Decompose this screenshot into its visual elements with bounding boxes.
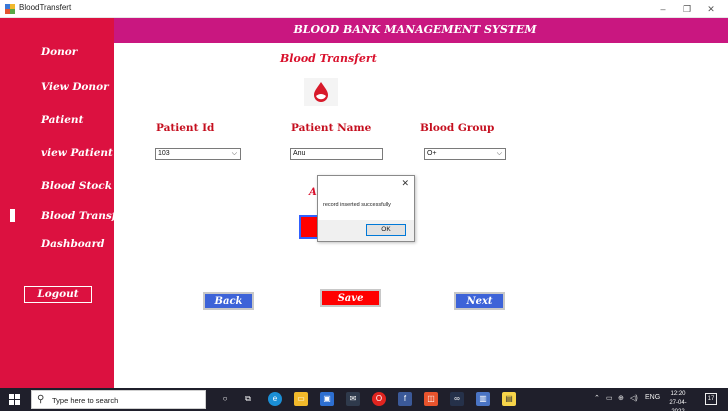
file-explorer-icon[interactable]: ▭ — [294, 392, 308, 406]
partial-label: A — [309, 187, 317, 198]
windows-start-icon[interactable] — [9, 394, 20, 405]
save-button[interactable]: Save — [320, 289, 381, 307]
mail-icon[interactable]: ✉ — [346, 392, 360, 406]
patient-name-label: Patient Name — [291, 122, 372, 134]
office-icon[interactable]: ◫ — [424, 392, 438, 406]
visual-studio-icon[interactable]: ▥ — [476, 392, 490, 406]
clock-date: 27-04-2022 — [669, 400, 687, 411]
system-clock[interactable]: 12:20 27-04-2022 — [663, 390, 693, 411]
chevron-down-icon: ⌵ — [496, 150, 502, 157]
search-icon: ⚲ — [37, 394, 45, 405]
patient-id-value: 103 — [158, 150, 170, 157]
chevron-up-icon[interactable]: ⌃ — [594, 394, 600, 402]
blood-group-select[interactable]: O+ ⌵ — [424, 148, 506, 160]
search-placeholder: Type here to search — [52, 396, 119, 405]
app-title: BLOOD BANK MANAGEMENT SYSTEM — [293, 23, 537, 36]
back-button[interactable]: Back — [203, 292, 254, 310]
people-icon[interactable]: ∞ — [450, 392, 464, 406]
taskbar-search[interactable]: ⚲ Type here to search — [31, 390, 206, 409]
title-bar: BloodTransfert – ❐ ✕ — [0, 0, 728, 18]
restore-button[interactable]: ❐ — [677, 2, 697, 16]
network-icon[interactable]: ⊕ — [618, 394, 624, 402]
app-icon — [5, 4, 15, 14]
patient-name-field[interactable]: Anu — [290, 148, 383, 160]
task-view-icon[interactable]: ⧉ — [241, 392, 255, 406]
battery-icon[interactable]: ▭ — [606, 394, 613, 402]
clock-time: 12:20 — [670, 391, 686, 397]
page-title: Blood Transfert — [280, 52, 377, 65]
app-header: BLOOD BANK MANAGEMENT SYSTEM — [114, 18, 728, 43]
sticky-notes-icon[interactable]: ▤ — [502, 392, 516, 406]
blood-group-value: O+ — [427, 150, 437, 157]
patient-id-select[interactable]: 103 ⌵ — [155, 148, 241, 160]
ok-button[interactable]: OK — [366, 224, 406, 236]
sidebar-item-patient[interactable]: Patient — [41, 114, 83, 126]
volume-icon[interactable]: ◁) — [630, 394, 638, 402]
sidebar-item-donor[interactable]: Donor — [41, 46, 77, 58]
minimize-button[interactable]: – — [653, 2, 673, 16]
dialog-message: record inserted successfully — [323, 202, 391, 208]
dialog-close-button[interactable]: ✕ — [401, 178, 409, 189]
chevron-down-icon: ⌵ — [231, 150, 237, 157]
logout-button[interactable]: Logout — [24, 286, 92, 303]
sidebar-item-view-patient[interactable]: view Patient — [41, 147, 113, 159]
cortana-icon[interactable]: ○ — [218, 392, 232, 406]
close-window-button[interactable]: ✕ — [701, 2, 721, 16]
active-item-marker — [10, 209, 15, 222]
store-icon[interactable]: ▣ — [320, 392, 334, 406]
sidebar-item-blood-transfert[interactable]: Blood Transfert — [41, 210, 133, 222]
sidebar: Donor View Donor Patient view Patient Bl… — [0, 18, 133, 388]
sidebar-item-dashboard[interactable]: Dashboard — [41, 238, 104, 250]
patient-name-value: Anu — [293, 150, 306, 157]
message-dialog: ✕ record inserted successfully OK — [317, 175, 415, 242]
notification-center-button[interactable]: 17 — [705, 393, 717, 405]
taskbar: ⚲ Type here to search ○ ⧉ e ▭ ▣ ✉ O f ◫ … — [0, 388, 728, 411]
app-window: BloodTransfert – ❐ ✕ Donor View Donor Pa… — [0, 0, 728, 411]
blood-drop-icon — [304, 78, 338, 106]
edge-icon[interactable]: e — [268, 392, 282, 406]
dialog-footer: OK — [318, 220, 414, 241]
sidebar-item-view-donor[interactable]: View Donor — [41, 81, 109, 93]
patient-id-label: Patient Id — [156, 122, 215, 134]
sidebar-item-blood-stock[interactable]: Blood Stock — [41, 180, 112, 192]
opera-icon[interactable]: O — [372, 392, 386, 406]
next-button[interactable]: Next — [454, 292, 505, 310]
blood-group-label: Blood Group — [420, 122, 495, 134]
window-title: BloodTransfert — [19, 3, 72, 12]
language-indicator[interactable]: ENG — [645, 394, 660, 401]
facebook-icon[interactable]: f — [398, 392, 412, 406]
